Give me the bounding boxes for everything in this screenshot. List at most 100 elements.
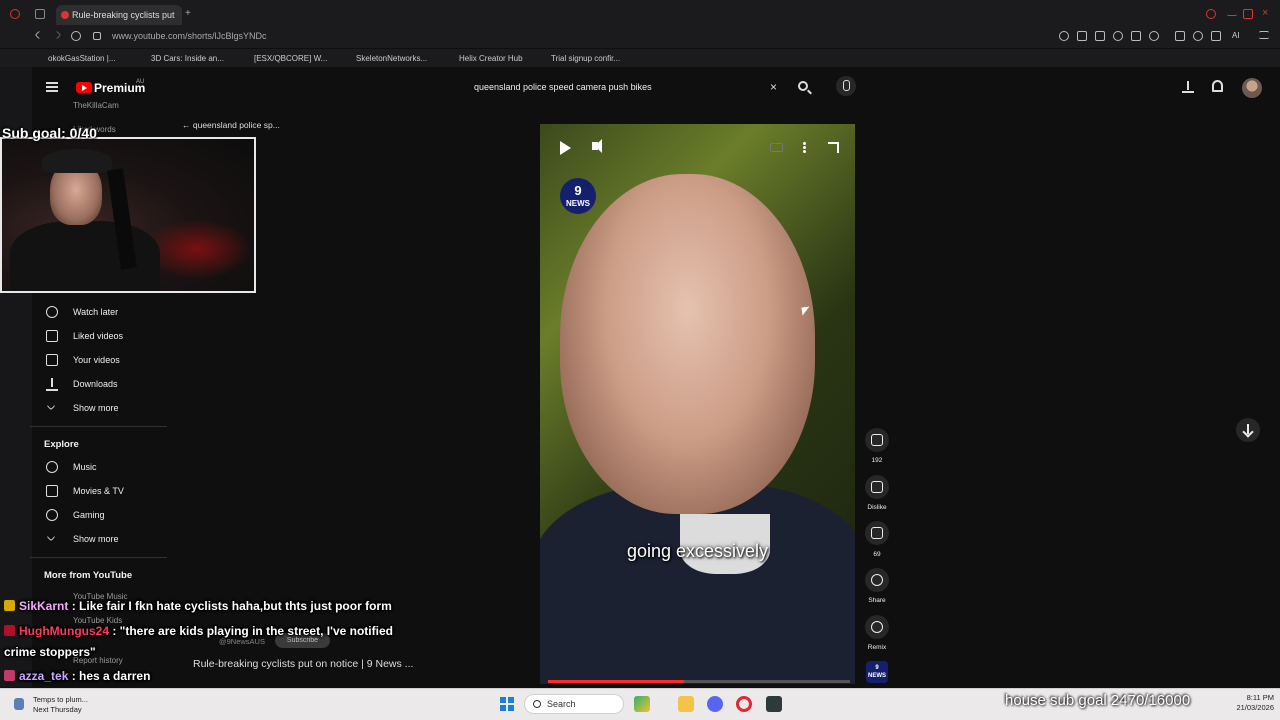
reload-icon[interactable] <box>71 31 81 41</box>
url-field[interactable]: www.youtube.com/shorts/lJcBlgsYNDc <box>112 31 267 41</box>
video-caption: going excessively <box>626 541 769 561</box>
channel-thumbnail[interactable]: 9 NEWS <box>866 661 888 683</box>
streamer-body <box>10 221 160 291</box>
next-short-arrow-icon[interactable] <box>1236 418 1260 442</box>
restore-icon[interactable] <box>1243 9 1253 19</box>
download-icon <box>46 378 58 391</box>
sidebar-item-show-more[interactable]: Show more <box>44 400 164 416</box>
tab-title: Rule-breaking cyclists put <box>72 10 175 20</box>
like-button[interactable] <box>865 428 889 452</box>
streamer-webcam <box>0 137 256 293</box>
taskbar-search[interactable]: Search <box>524 694 624 714</box>
chat-username: azza_tek <box>19 669 69 683</box>
profile-icon[interactable] <box>1193 31 1203 41</box>
sidebar-item-gaming[interactable]: Gaming <box>44 507 164 523</box>
heart-icon[interactable] <box>1149 31 1159 41</box>
more-options-icon[interactable] <box>803 142 806 145</box>
extensions-icon[interactable] <box>1175 31 1185 41</box>
sidebar-item-label: Show more <box>73 534 119 544</box>
channel-thumb-text: NEWS <box>868 673 886 679</box>
close-window-icon[interactable]: × <box>1262 8 1272 19</box>
sidebar-item-show-more-explore[interactable]: Show more <box>44 531 164 547</box>
sidebar-item-label: Gaming <box>73 510 105 520</box>
system-clock[interactable]: 8:11 PM 21/03/2026 <box>1226 693 1274 713</box>
windows-start-icon[interactable] <box>500 697 514 711</box>
copilot-app-icon[interactable] <box>634 696 650 712</box>
video-progress-fill <box>548 680 684 683</box>
sidebar-item-movies-tv[interactable]: Movies & TV <box>44 483 164 499</box>
news-logo-text: NEWS <box>566 199 590 208</box>
player-icon[interactable] <box>1131 31 1141 41</box>
fullscreen-icon[interactable] <box>828 142 839 153</box>
dislike-button[interactable] <box>865 475 889 499</box>
ai-icon[interactable]: AI <box>1232 31 1250 41</box>
discord-app-icon[interactable] <box>707 696 723 712</box>
back-to-search-link[interactable]: ← queensland police sp... <box>182 120 280 130</box>
sidebar-item-liked-videos[interactable]: Liked videos <box>44 328 164 344</box>
captions-icon[interactable] <box>770 143 783 152</box>
upload-icon[interactable] <box>1182 81 1194 93</box>
sidebar-divider <box>30 557 167 558</box>
sidebar-item-faded[interactable]: TheKillaCam <box>73 101 119 110</box>
sidebar-item-label: Music <box>73 462 97 472</box>
remix-button[interactable] <box>865 615 889 639</box>
file-explorer-icon[interactable] <box>678 696 694 712</box>
bookmark-item[interactable]: Trial signup confir... <box>551 54 620 63</box>
share-button[interactable] <box>865 568 889 592</box>
video-progress-bar[interactable] <box>548 680 850 683</box>
chat-badge-icon <box>4 670 15 681</box>
new-tab-icon[interactable]: + <box>185 9 195 20</box>
explore-heading: Explore <box>44 439 79 450</box>
film-icon <box>46 485 58 497</box>
comments-button[interactable] <box>865 521 889 545</box>
sidebar-item-label: Your videos <box>73 355 120 365</box>
bookmark-page-icon[interactable] <box>1077 31 1087 41</box>
tab-manager-icon[interactable] <box>35 9 45 19</box>
avatar[interactable] <box>1242 78 1262 98</box>
sidebar-item-watch-later[interactable]: Watch later <box>44 304 164 320</box>
snapshot-icon[interactable] <box>1095 31 1105 41</box>
zoom-icon[interactable] <box>1059 31 1069 41</box>
weather-widget[interactable]: Temps to plum... Next Thursday <box>33 695 88 715</box>
bell-icon[interactable] <box>1212 80 1223 92</box>
bookmark-item[interactable]: Helix Creator Hub <box>459 54 523 63</box>
comment-icon <box>871 527 883 539</box>
weather-icon[interactable] <box>14 698 24 710</box>
search-input[interactable]: queensland police speed camera push bike… <box>474 82 652 92</box>
play-icon <box>46 354 58 366</box>
terminal-app-icon[interactable] <box>766 696 782 712</box>
clock-date: 21/03/2026 <box>1236 703 1274 712</box>
bookmark-item[interactable]: okokGasStation |... <box>48 54 115 63</box>
thumbs-up-icon <box>46 330 58 342</box>
sidebar-item-music[interactable]: Music <box>44 459 164 475</box>
opera-app-icon[interactable] <box>736 696 752 712</box>
channel-handle[interactable]: @9NewsAUS <box>219 637 265 646</box>
thumbs-down-icon <box>871 481 883 493</box>
bookmark-item[interactable]: 3D Cars: Inside an... <box>151 54 224 63</box>
clock-time: 8:11 PM <box>1246 693 1274 702</box>
sidebar-item-label: Liked videos <box>73 331 124 341</box>
minimize-icon[interactable] <box>1227 10 1237 16</box>
opera-logo-icon[interactable] <box>10 9 20 19</box>
bookmark-item[interactable]: SkeletonNetworks... <box>356 54 427 63</box>
youtube-favicon-icon <box>61 11 69 19</box>
play-icon[interactable] <box>560 141 571 155</box>
browser-tab-active[interactable]: Rule-breaking cyclists put <box>56 5 182 25</box>
close-icon[interactable]: × <box>770 80 777 94</box>
lock-icon <box>93 32 101 40</box>
menu-icon[interactable] <box>1259 31 1269 39</box>
weather-line-2: Next Thursday <box>33 705 82 714</box>
microphone-icon[interactable] <box>836 76 856 96</box>
sidebar-item-your-videos[interactable]: Your videos <box>44 352 164 368</box>
short-title[interactable]: Rule-breaking cyclists put on notice | 9… <box>193 658 413 670</box>
search-tabs-icon[interactable] <box>1206 9 1216 19</box>
volume-icon[interactable] <box>592 139 602 153</box>
bookmark-item[interactable]: [ESX/QBCORE] W... <box>254 54 327 63</box>
youtube-logo-icon[interactable] <box>76 82 92 93</box>
search-icon[interactable] <box>798 81 808 91</box>
like-count: 192 <box>871 457 883 464</box>
download-toolbar-icon[interactable] <box>1211 31 1221 41</box>
hamburger-menu-icon[interactable] <box>46 82 58 92</box>
adblock-icon[interactable] <box>1113 31 1123 41</box>
sidebar-item-downloads[interactable]: Downloads <box>44 376 164 392</box>
